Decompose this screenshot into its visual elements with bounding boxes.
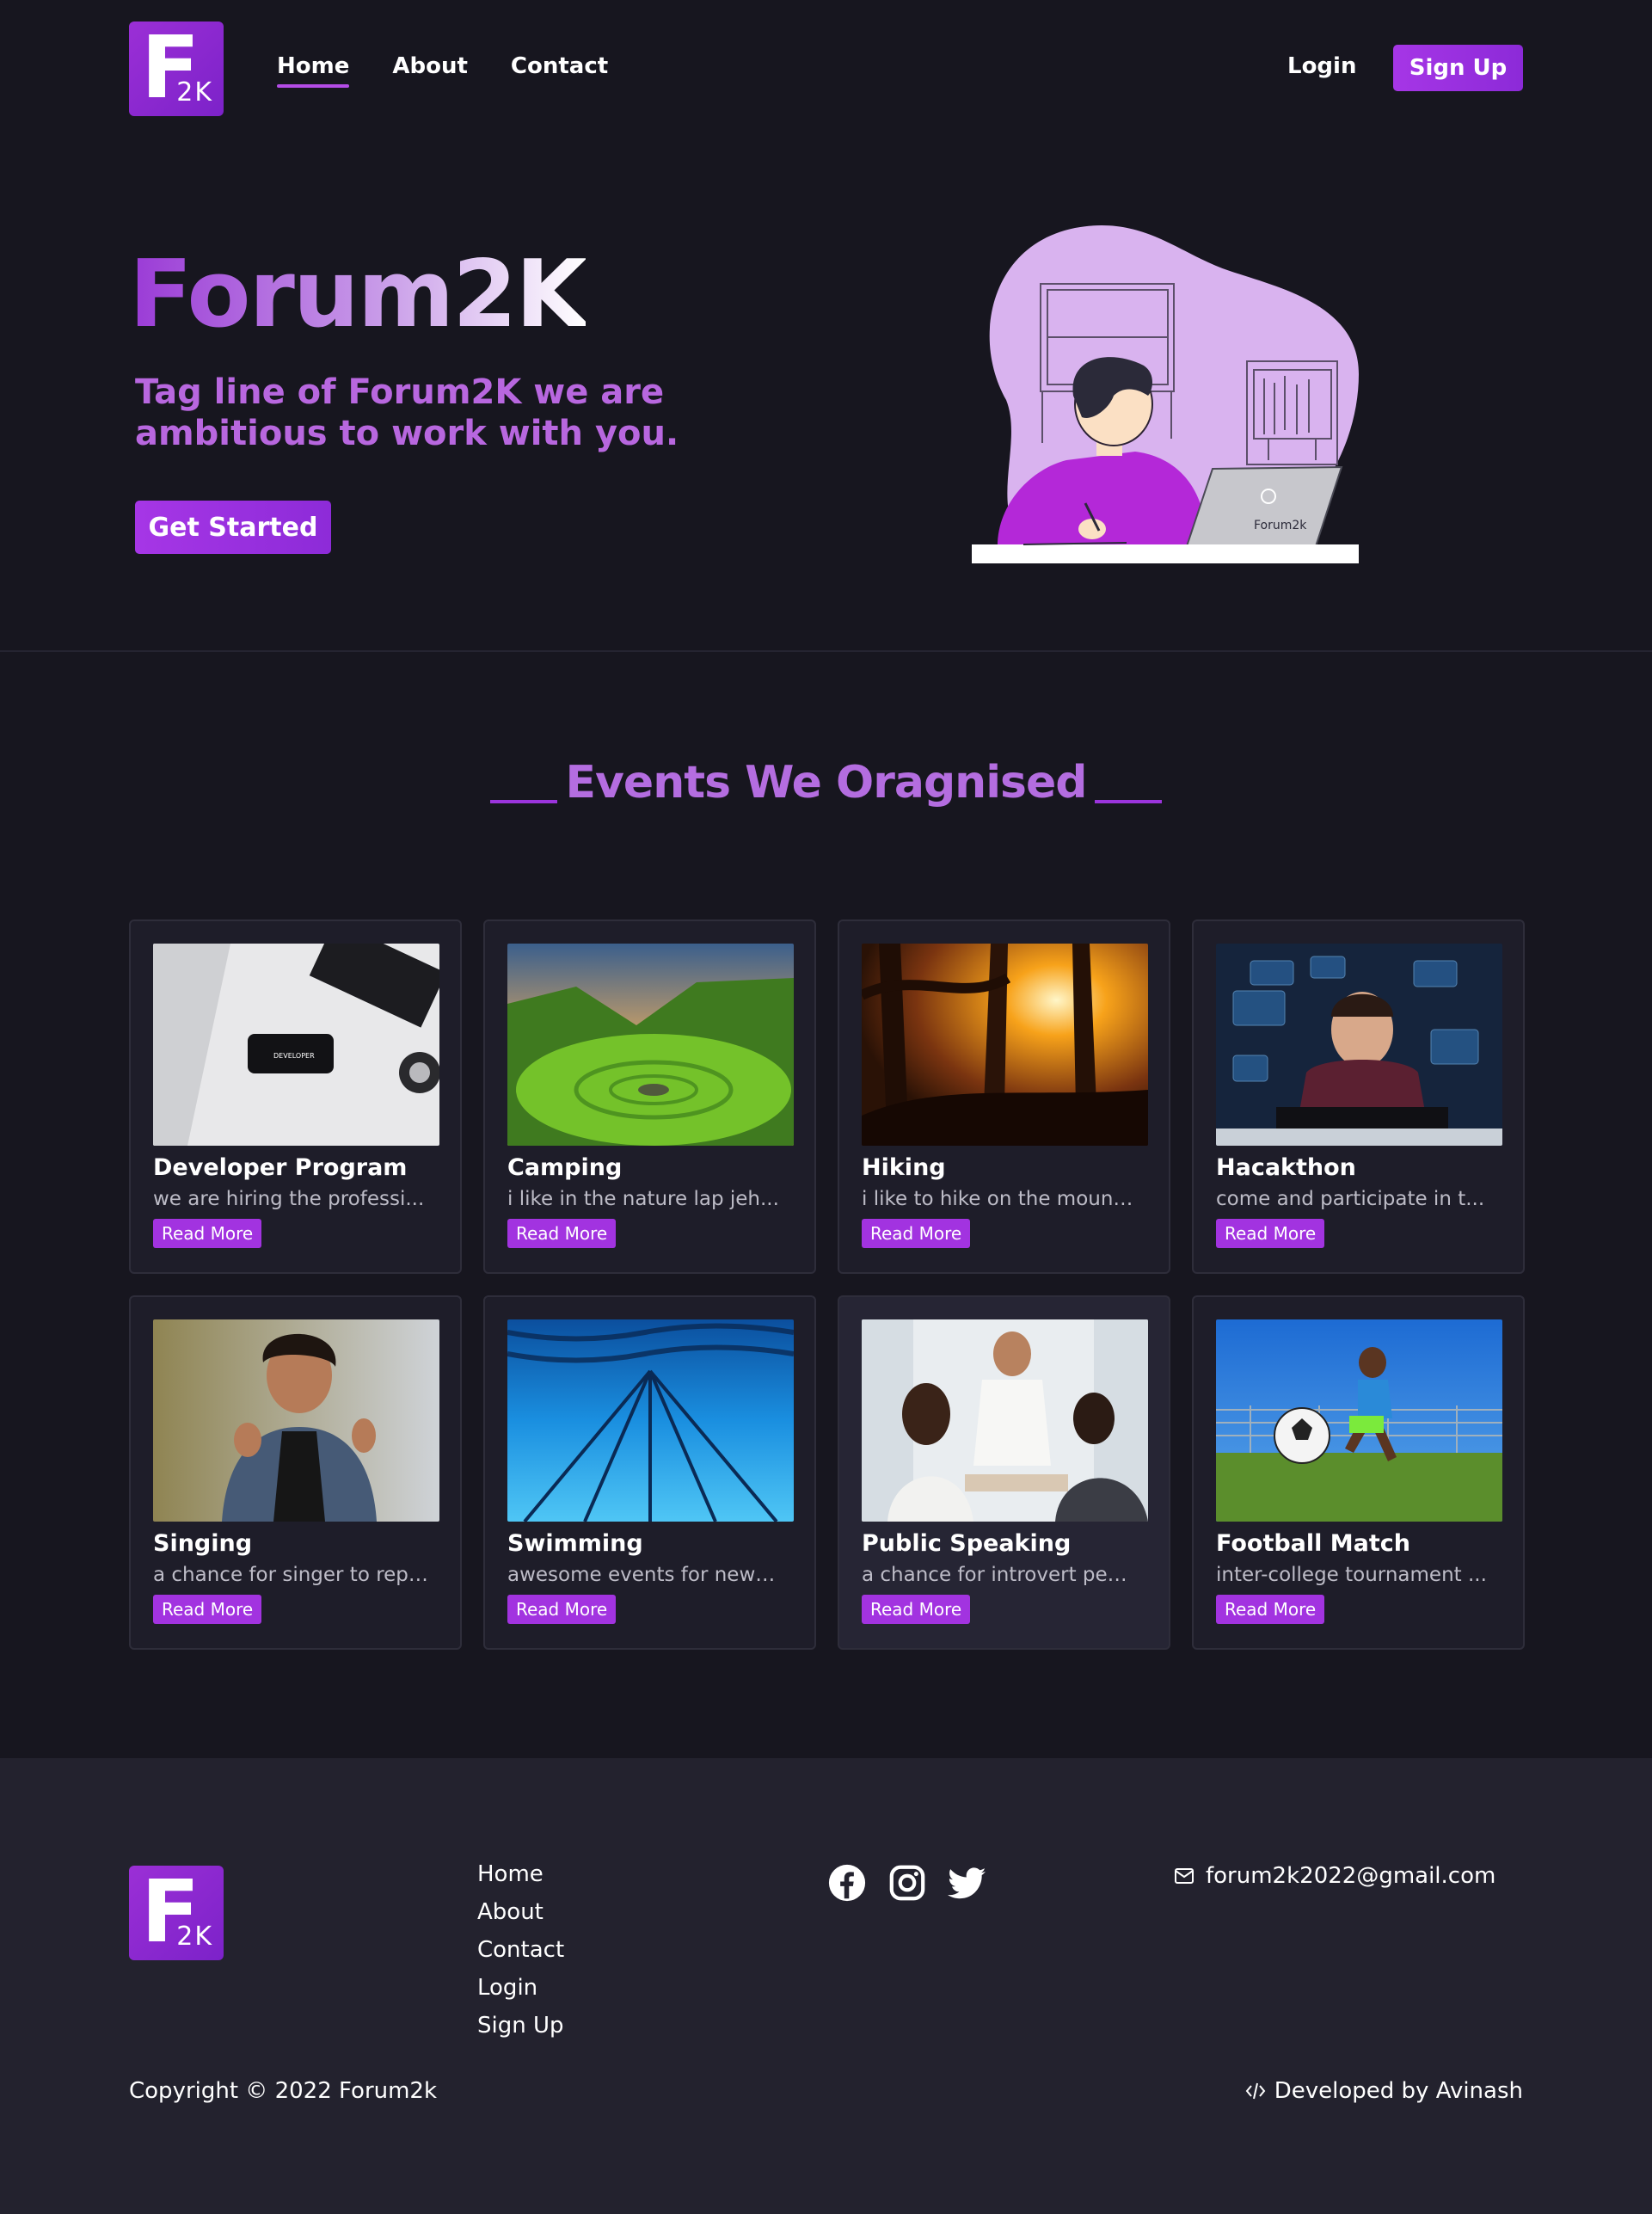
- nav-link-home[interactable]: Home: [277, 53, 350, 88]
- event-desc: i like in the nature lap jeh...: [507, 1188, 779, 1210]
- footer-link-login[interactable]: Login: [477, 1975, 564, 2001]
- footer-link-signup[interactable]: Sign Up: [477, 2013, 564, 2039]
- hero-title: Forum2K: [129, 241, 587, 348]
- green-valley-image: [507, 944, 794, 1146]
- login-link[interactable]: Login: [1287, 53, 1356, 79]
- footer-link-contact[interactable]: Contact: [477, 1937, 564, 1963]
- event-desc: awesome events for newb...: [507, 1564, 783, 1586]
- email-text: forum2k2022@gmail.com: [1206, 1863, 1496, 1889]
- read-more-button[interactable]: Read More: [153, 1595, 262, 1624]
- event-title: Singing: [153, 1530, 253, 1557]
- footer-links: Home About Contact Login Sign Up: [477, 1861, 564, 2039]
- event-card[interactable]: Camping i like in the nature lap jeh... …: [483, 919, 816, 1274]
- meeting-image: [862, 1319, 1148, 1522]
- event-title: Public Speaking: [862, 1530, 1072, 1557]
- event-card[interactable]: Public Speaking a chance for introvert p…: [838, 1295, 1170, 1650]
- events-grid: DEVELOPER Developer Program we are hirin…: [129, 919, 1525, 1650]
- developer-text: Developed by Avinash: [1274, 2078, 1523, 2104]
- brand-logo[interactable]: F 2K: [129, 17, 224, 118]
- event-desc: i like to hike on the mount...: [862, 1188, 1137, 1210]
- footer: F 2K Home About Contact Login Sign Up fo…: [0, 1758, 1652, 2214]
- copyright-text: Copyright © 2022 Forum2k: [129, 2078, 438, 2104]
- event-title: Football Match: [1216, 1530, 1411, 1557]
- footer-link-about[interactable]: About: [477, 1899, 564, 1925]
- social-links: [827, 1863, 987, 1903]
- footer-link-home[interactable]: Home: [477, 1861, 564, 1887]
- heading-dash-left: [489, 800, 557, 803]
- events-heading: Events We Oragnised: [0, 757, 1652, 809]
- footer-logo[interactable]: F 2K: [129, 1861, 224, 1962]
- event-card[interactable]: Hiking i like to hike on the mount... Re…: [838, 919, 1170, 1274]
- singer-image: [153, 1319, 439, 1522]
- event-title: Developer Program: [153, 1154, 408, 1181]
- logo-sub: 2K: [176, 1922, 213, 1952]
- laptop-label: Forum2k: [1254, 519, 1307, 532]
- event-card[interactable]: Football Match inter-college tournament …: [1192, 1295, 1525, 1650]
- logo-sub: 2K: [176, 77, 213, 108]
- event-card[interactable]: Singing a chance for singer to repr... R…: [129, 1295, 462, 1650]
- read-more-button[interactable]: Read More: [1216, 1595, 1325, 1624]
- hero-illustration: Forum2k: [972, 224, 1359, 563]
- heading-dash-right: [1095, 800, 1163, 803]
- mail-icon: [1175, 1868, 1194, 1884]
- read-more-button[interactable]: Read More: [862, 1595, 971, 1624]
- get-started-button[interactable]: Get Started: [135, 501, 331, 554]
- sunset-forest-image: [862, 944, 1148, 1146]
- event-desc: a chance for introvert peo...: [862, 1564, 1137, 1586]
- signup-button[interactable]: Sign Up: [1393, 45, 1523, 91]
- contact-email[interactable]: forum2k2022@gmail.com: [1175, 1863, 1495, 1889]
- hacker-screens-image: [1216, 944, 1502, 1146]
- instagram-icon[interactable]: [887, 1863, 927, 1903]
- pool-lanes-image: [507, 1319, 794, 1522]
- event-card[interactable]: DEVELOPER Developer Program we are hirin…: [129, 919, 462, 1274]
- hero-section: Forum2K Tag line of Forum2K we are ambit…: [0, 138, 1652, 652]
- event-title: Camping: [507, 1154, 623, 1181]
- top-navbar: F 2K Home About Contact Login Sign Up: [0, 0, 1652, 138]
- svg-text:DEVELOPER: DEVELOPER: [273, 1052, 315, 1060]
- event-desc: a chance for singer to repr...: [153, 1564, 428, 1586]
- nav-link-contact[interactable]: Contact: [511, 53, 608, 79]
- nav-link-about[interactable]: About: [392, 53, 468, 79]
- event-card[interactable]: Swimming awesome events for newb... Read…: [483, 1295, 816, 1650]
- event-desc: come and participate in t...: [1216, 1188, 1485, 1210]
- events-title: Events We Oragnised: [565, 757, 1088, 809]
- hero-tagline: Tag line of Forum2K we are ambitious to …: [135, 372, 679, 453]
- read-more-button[interactable]: Read More: [862, 1219, 971, 1248]
- read-more-button[interactable]: Read More: [507, 1219, 617, 1248]
- nav-links: Home About Contact: [277, 53, 608, 88]
- developer-desk-image: DEVELOPER: [153, 944, 439, 1146]
- event-title: Hiking: [862, 1154, 946, 1181]
- event-desc: inter-college tournament ...: [1216, 1564, 1487, 1586]
- event-title: Hacakthon: [1216, 1154, 1356, 1181]
- read-more-button[interactable]: Read More: [153, 1219, 262, 1248]
- code-icon: [1245, 2082, 1266, 2100]
- event-desc: we are hiring the professi...: [153, 1188, 425, 1210]
- developer-credit: Developed by Avinash: [1245, 2078, 1523, 2104]
- event-card[interactable]: Hacakthon come and participate in t... R…: [1192, 919, 1525, 1274]
- football-kid-image: [1216, 1319, 1502, 1522]
- twitter-icon[interactable]: [948, 1863, 987, 1903]
- read-more-button[interactable]: Read More: [1216, 1219, 1325, 1248]
- read-more-button[interactable]: Read More: [507, 1595, 617, 1624]
- event-title: Swimming: [507, 1530, 643, 1557]
- facebook-icon[interactable]: [827, 1863, 867, 1903]
